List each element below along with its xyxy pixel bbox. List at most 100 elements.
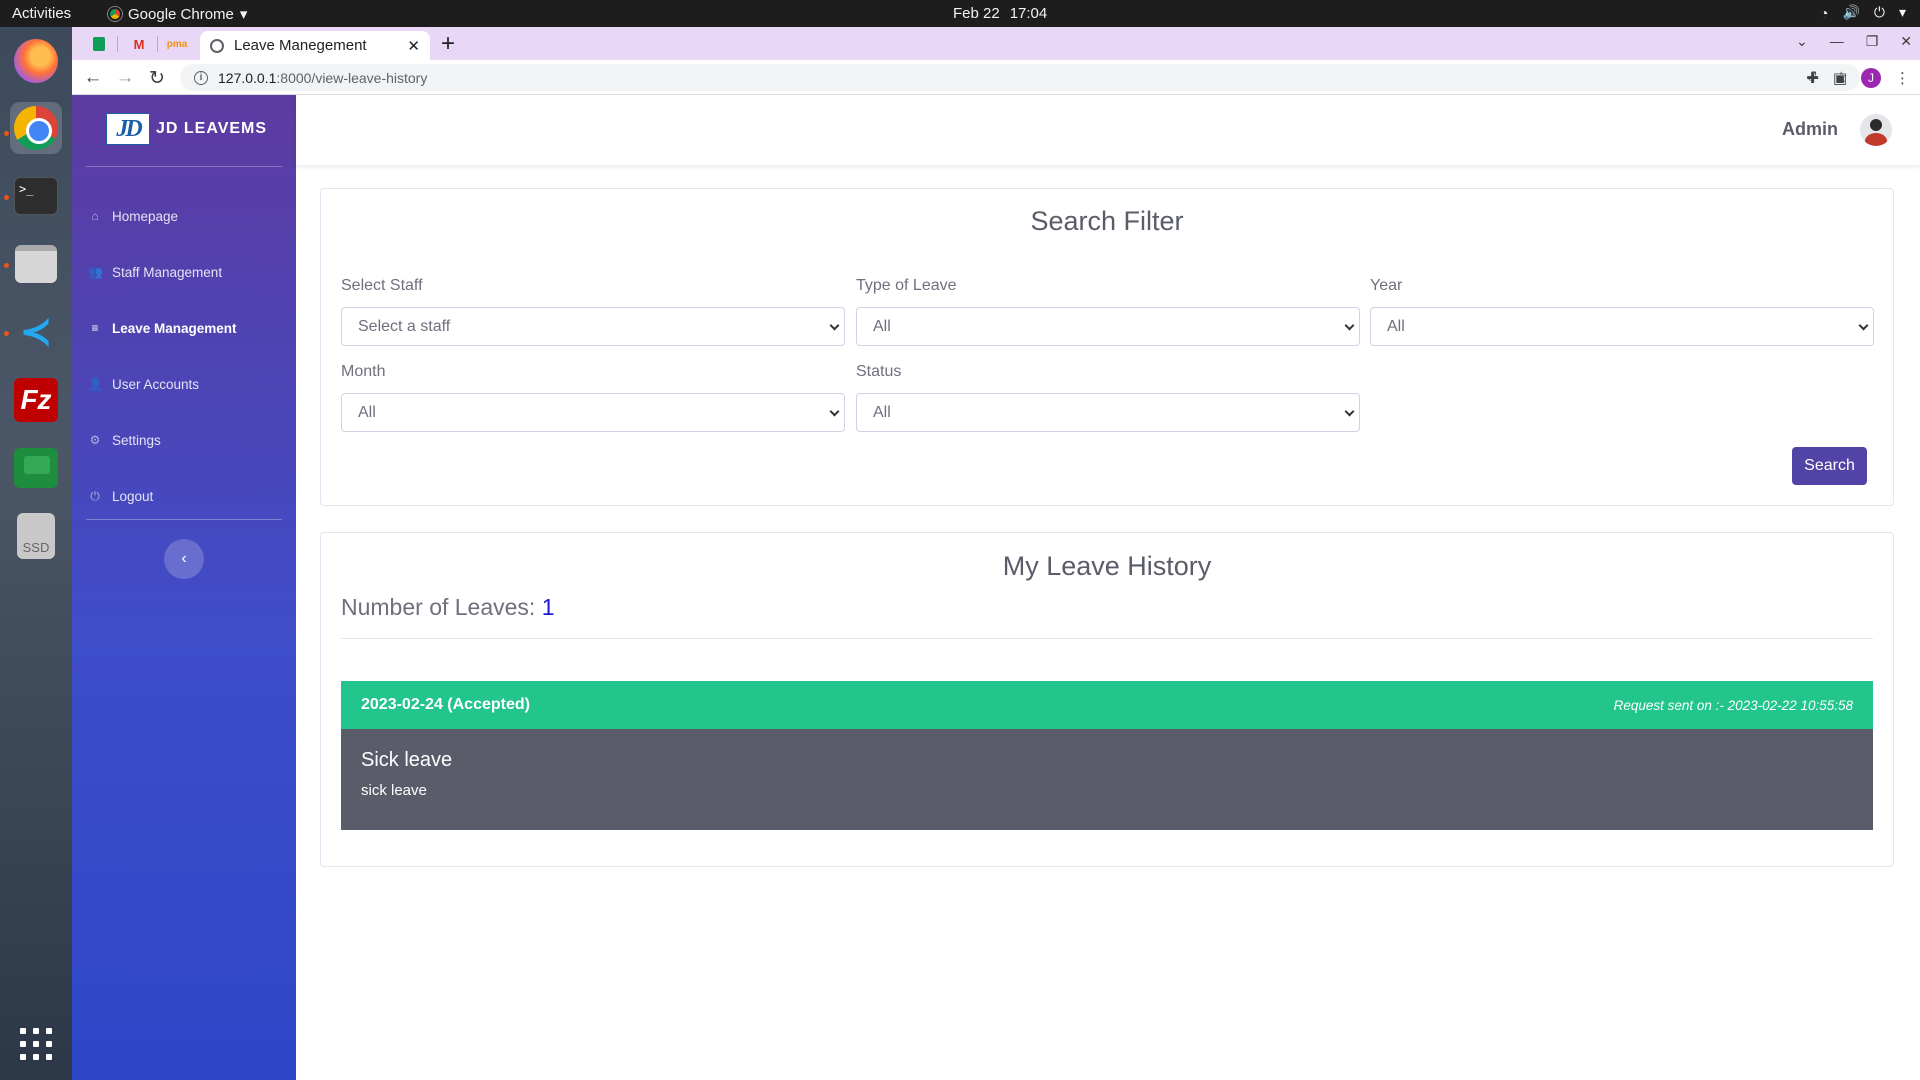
sidebar-item-settings[interactable]: ⚙ Settings [72,412,296,468]
chevron-left-icon: ‹ [181,550,187,567]
running-indicator [4,263,9,268]
vscode-icon: ≺ [19,310,53,354]
pinned-tab-gmail[interactable]: M [122,32,156,56]
year-dropdown[interactable]: All [1370,307,1874,346]
sidebar-item-label: Settings [112,432,161,448]
brand-logo: JD [106,113,150,145]
minimize-icon[interactable]: — [1830,33,1844,50]
status-dropdown[interactable]: All [856,393,1360,432]
clock[interactable]: Feb 22 17:04 [953,5,1047,22]
chevron-down-icon [1344,320,1355,331]
gear-icon: ⚙ [89,433,101,447]
leave-reason: sick leave [361,782,427,799]
tab-title: Leave Manegement [234,37,367,54]
files-icon [15,245,57,283]
divider [341,638,1873,639]
search-button[interactable]: Search [1792,447,1867,485]
dock-firefox[interactable] [10,35,62,87]
info-icon[interactable]: i [194,70,208,85]
select-staff-label: Select Staff [341,277,423,294]
pinned-tab-phpmyadmin[interactable]: pma [160,32,194,56]
chrome-icon [14,106,58,150]
tab-search-icon[interactable]: ⌄ [1796,33,1808,50]
sidebar-item-staff-management[interactable]: 👥 Staff Management [72,244,296,300]
tab-strip: M pma Leave Manegement ✕ + ⌄ — ❐ ✕ [72,27,1920,60]
address-bar[interactable]: i 127.0.0.1:8000/view-leave-history ⤤ ☆ [180,64,1860,91]
sidebar-item-homepage[interactable]: ⌂ Homepage [72,188,296,244]
leave-type: Sick leave [361,749,453,771]
close-icon[interactable]: ✕ [407,37,420,55]
dock-terminal[interactable]: >_ [10,170,62,222]
system-top-bar: Activities Google Chrome ▾ Feb 22 17:04 … [0,0,1920,27]
sidebar-divider [86,519,282,520]
globe-icon [210,38,224,53]
profile-avatar[interactable]: J [1861,68,1881,88]
sidebar: JD JD LEAVEMS ⌂ Homepage 👥 Staff Management… [72,95,296,1080]
google-sheets-icon [93,37,105,51]
leave-request-timestamp: Request sent on :- 2023-02-22 10:55:58 [1613,697,1853,713]
close-icon[interactable]: ✕ [1900,33,1912,50]
user-name[interactable]: Admin [1782,119,1838,140]
running-indicator [4,195,9,200]
dock-ssd[interactable]: SSD [10,510,62,562]
tab-leave-management[interactable]: Leave Manegement ✕ [200,31,430,60]
sidebar-item-leave-management[interactable]: ≡ Leave Management [72,300,296,356]
system-tray[interactable]: ◔ 🔊 ⏻ ▾ [1820,4,1906,21]
sidebar-item-user-accounts[interactable]: 👤 User Accounts [72,356,296,412]
reload-icon[interactable]: ↻ [144,65,170,91]
leave-card-body: Sick leave sick leave [341,729,1873,830]
new-tab-button[interactable]: + [441,30,455,58]
maximize-icon[interactable]: ❐ [1866,33,1879,50]
select-staff-dropdown[interactable]: Select a staff [341,307,845,346]
dock: >_ ≺ Fz SSD [0,27,72,1080]
kebab-menu-icon[interactable]: ⋮ [1895,69,1910,87]
side-panel-icon[interactable]: ▣ [1833,69,1847,87]
dock-filezilla[interactable]: Fz [10,374,62,426]
extensions-puzzle-icon[interactable]: ✚ [1806,69,1819,87]
sidebar-item-logout[interactable]: ⏻ Logout [72,468,296,524]
activities-button[interactable]: Activities [12,5,71,22]
type-of-leave-label: Type of Leave [856,277,957,294]
leave-card-header: 2023-02-24 (Accepted) Request sent on :-… [341,681,1873,729]
firefox-icon [14,39,58,83]
back-icon[interactable]: ← [80,65,106,91]
clock-time: 17:04 [1009,5,1048,22]
power-icon: ⏻ [90,488,100,503]
status-value: All [873,403,891,421]
dock-vscode[interactable]: ≺ [10,306,62,358]
gmail-icon: M [133,36,145,52]
select-staff-value: Select a staff [358,317,451,335]
filezilla-icon: Fz [14,378,58,422]
url-host: 127.0.0.1 [218,69,277,86]
sidebar-item-label: Staff Management [112,264,223,280]
sidebar-item-label: User Accounts [112,376,200,392]
dock-chrome[interactable] [10,102,62,154]
type-of-leave-value: All [873,317,891,335]
ssd-icon: SSD [17,513,55,559]
month-value: All [358,403,376,421]
phpmyadmin-icon: pma [166,38,188,50]
app-grid-icon[interactable] [20,1028,52,1060]
app-menu[interactable]: Google Chrome ▾ [108,5,247,23]
sidebar-divider [86,166,282,167]
status-label: Status [856,363,902,380]
brand-name: JD LEAVEMS [156,120,268,137]
brand[interactable]: JD JD LEAVEMS [106,113,267,145]
forward-icon[interactable]: → [112,65,138,91]
leave-history-card: My Leave History Number of Leaves: 1 202… [320,532,1894,867]
chevron-down-icon: ▾ [239,6,248,23]
type-of-leave-dropdown[interactable]: All [856,307,1360,346]
sidebar-item-label: Homepage [112,208,179,224]
sidebar-toggle-button[interactable]: ‹ [164,539,204,579]
app-menu-label: Google Chrome [128,5,234,23]
avatar[interactable] [1860,114,1892,146]
google-chat-icon [14,448,58,488]
window-controls: ⌄ — ❐ ✕ [1796,33,1912,50]
dock-google-chat[interactable] [10,442,62,494]
pinned-tab-sheets[interactable] [82,32,116,56]
month-dropdown[interactable]: All [341,393,845,432]
dock-files[interactable] [10,238,62,290]
terminal-icon: >_ [14,177,58,215]
home-icon: ⌂ [91,209,99,223]
volume-icon: 🔊 [1842,4,1860,20]
